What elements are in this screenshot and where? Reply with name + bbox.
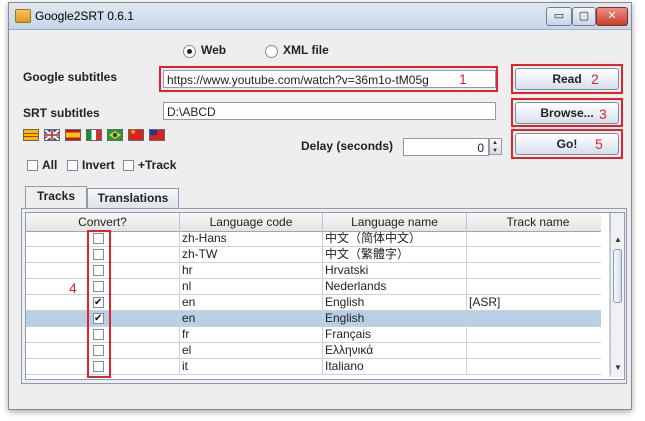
annotation-box-1 — [159, 66, 498, 92]
language-code-cell: en — [180, 295, 323, 310]
language-name-cell: Italiano — [323, 359, 467, 374]
flag-taiwan-icon[interactable] — [149, 129, 165, 141]
window-title: Google2SRT 0.6.1 — [35, 9, 134, 23]
all-checkbox[interactable] — [27, 160, 38, 171]
language-name-cell: Ελληνικά — [323, 343, 467, 358]
column-header-language-code[interactable]: Language code — [180, 213, 323, 231]
srt-subtitles-path-input[interactable]: D:\ABCD — [163, 102, 496, 120]
table-scrollbar[interactable]: ▲ ▼ — [610, 213, 624, 377]
language-code-cell: en — [180, 311, 323, 326]
language-name-cell: English — [323, 311, 467, 326]
table-row[interactable]: it Italiano — [26, 359, 610, 375]
language-name-cell: Français — [323, 327, 467, 342]
flag-taiwan-canton-icon — [150, 130, 157, 135]
track-name-cell — [467, 359, 610, 374]
language-name-cell: 中文（简体中文） — [323, 231, 467, 246]
scrollbar-thumb[interactable] — [613, 249, 622, 303]
flag-uk-cross-icon — [45, 130, 59, 140]
delay-spinner[interactable]: ▲ ▼ — [489, 138, 502, 155]
close-button[interactable]: ✕ — [596, 7, 628, 26]
language-name-cell: Nederlands — [323, 279, 467, 294]
title-bar: Google2SRT 0.6.1 ▭ ▢ ✕ — [9, 3, 631, 30]
track-checkbox[interactable] — [123, 160, 134, 171]
flag-brazil-diamond-icon — [109, 131, 121, 139]
table-row[interactable]: enEnglish[ASR] — [26, 295, 610, 311]
scroll-down-icon[interactable]: ▼ — [614, 363, 622, 372]
column-header-track-name[interactable]: Track name — [467, 213, 610, 231]
star-icon: ★ — [130, 128, 137, 136]
annotation-box-5 — [511, 129, 623, 159]
flag-spain-icon[interactable] — [65, 129, 81, 141]
all-checkbox-label: All — [42, 158, 58, 172]
annotation-number-3: 3 — [599, 106, 607, 122]
annotation-box-2 — [511, 64, 623, 94]
table-row[interactable]: zh-Hans 中文（简体中文） — [26, 231, 610, 247]
language-code-cell: fr — [180, 327, 323, 342]
flag-italy-icon[interactable] — [86, 129, 102, 141]
app-icon — [15, 9, 31, 23]
table-row[interactable]: nl Nederlands — [26, 279, 610, 295]
spinner-down-icon[interactable]: ▼ — [492, 148, 498, 154]
column-header-language-name[interactable]: Language name — [323, 213, 467, 231]
web-radio-label: Web — [201, 43, 227, 57]
tab-tracks[interactable]: Tracks — [25, 186, 87, 208]
table-row[interactable]: zh-TW 中文（繁體字） — [26, 247, 610, 263]
table-row[interactable]: fr Français — [26, 327, 610, 343]
track-name-cell — [467, 311, 610, 326]
app-window: Google2SRT 0.6.1 ▭ ▢ ✕ Web XML file Goog… — [8, 2, 632, 410]
delay-label: Delay (seconds) — [301, 139, 394, 153]
track-name-cell — [467, 343, 610, 358]
srt-subtitles-label: SRT subtitles — [23, 106, 100, 120]
invert-checkbox-label: Invert — [82, 158, 115, 172]
web-radio[interactable] — [183, 45, 196, 58]
language-code-cell: nl — [180, 279, 323, 294]
flag-china-icon[interactable]: ★ — [128, 128, 144, 141]
annotation-number-2: 2 — [591, 71, 599, 87]
language-code-cell: zh-TW — [180, 247, 323, 262]
language-name-cell: Hrvatski — [323, 263, 467, 278]
language-code-cell: it — [180, 359, 323, 374]
flag-catalonia-icon[interactable] — [23, 129, 39, 141]
annotation-number-5: 5 — [595, 136, 603, 152]
track-name-cell — [467, 263, 610, 278]
table-header: Convert? Language code Language name Tra… — [26, 213, 610, 232]
language-name-cell: 中文（繁體字） — [323, 247, 467, 262]
invert-checkbox[interactable] — [67, 160, 78, 171]
language-code-cell: el — [180, 343, 323, 358]
track-name-cell: [ASR] — [467, 295, 610, 310]
xml-file-radio-label: XML file — [283, 43, 329, 57]
spinner-up-icon[interactable]: ▲ — [492, 140, 498, 146]
table-row[interactable]: el Ελληνικά — [26, 343, 610, 359]
track-checkbox-label: +Track — [138, 158, 177, 172]
tracks-table: Convert? Language code Language name Tra… — [25, 212, 625, 380]
column-header-convert[interactable]: Convert? — [26, 213, 180, 231]
google-subtitles-label: Google subtitles — [23, 70, 118, 84]
annotation-number-1: 1 — [459, 71, 467, 87]
table-row[interactable]: hr Hrvatski — [26, 263, 610, 279]
maximize-button[interactable]: ▢ — [572, 7, 596, 26]
track-name-cell — [467, 327, 610, 342]
language-code-cell: hr — [180, 263, 323, 278]
language-name-cell: English — [323, 295, 467, 310]
track-name-cell — [467, 247, 610, 262]
table-row[interactable]: enEnglish — [26, 311, 610, 327]
track-name-cell — [467, 231, 610, 246]
track-name-cell — [467, 279, 610, 294]
xml-file-radio[interactable] — [265, 45, 278, 58]
language-code-cell: zh-Hans — [180, 231, 323, 246]
flag-uk-icon[interactable] — [44, 129, 60, 141]
flag-brazil-icon[interactable] — [107, 129, 123, 141]
tab-translations[interactable]: Translations — [87, 188, 179, 208]
annotation-number-4: 4 — [69, 280, 77, 296]
delay-input[interactable]: 0 — [403, 138, 489, 156]
scroll-up-icon[interactable]: ▲ — [614, 235, 622, 244]
annotation-box-4 — [87, 230, 111, 378]
minimize-button[interactable]: ▭ — [546, 7, 572, 26]
